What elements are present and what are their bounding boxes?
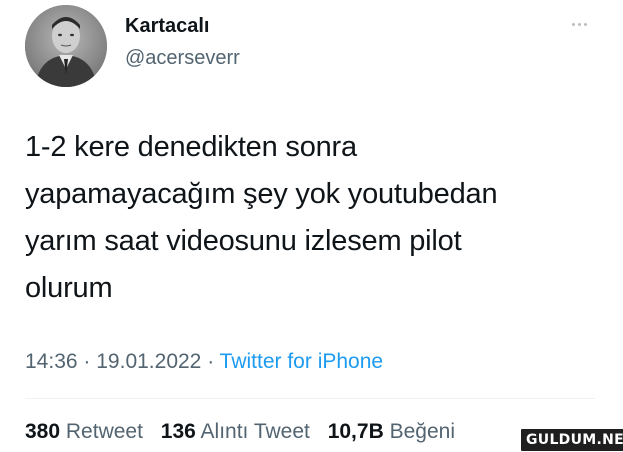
- likes-label: Beğeni: [389, 420, 455, 443]
- meta-separator: ·: [207, 350, 215, 373]
- quotes-stat[interactable]: 136 Alıntı Tweet: [161, 420, 310, 443]
- divider: [25, 398, 595, 399]
- likes-count: 10,7B: [327, 420, 384, 443]
- quotes-label: Alıntı Tweet: [200, 420, 310, 443]
- tweet-date[interactable]: 19.01.2022: [96, 350, 201, 373]
- likes-stat[interactable]: 10,7B Beğeni: [328, 420, 455, 443]
- tweet-time[interactable]: 14:36: [25, 350, 78, 373]
- profile-photo-icon: [25, 5, 107, 87]
- meta-separator: ·: [83, 350, 91, 373]
- quotes-count: 136: [160, 420, 196, 443]
- avatar[interactable]: [25, 5, 107, 87]
- tweet-source-link[interactable]: Twitter for iPhone: [220, 350, 383, 373]
- retweets-count: 380: [25, 420, 61, 443]
- tweet-stats: 380 Retweet 136 Alıntı Tweet 10,7B Beğen…: [25, 420, 467, 444]
- watermark-logo: GULDUM.NET: [520, 428, 623, 452]
- tweet-card: Kartacalı @acerseverr 1-2 kere denedikte…: [0, 0, 623, 452]
- retweets-label: Retweet: [65, 420, 143, 443]
- author-name[interactable]: Kartacalı: [125, 15, 210, 38]
- tweet-text: 1-2 kere denedikten sonra yapamayacağım …: [25, 131, 498, 304]
- tweet-meta: 14:36 · 19.01.2022 · Twitter for iPhone: [25, 350, 383, 374]
- author-handle[interactable]: @acerseverr: [125, 47, 240, 70]
- retweets-stat[interactable]: 380 Retweet: [25, 420, 143, 443]
- more-icon[interactable]: [566, 16, 594, 32]
